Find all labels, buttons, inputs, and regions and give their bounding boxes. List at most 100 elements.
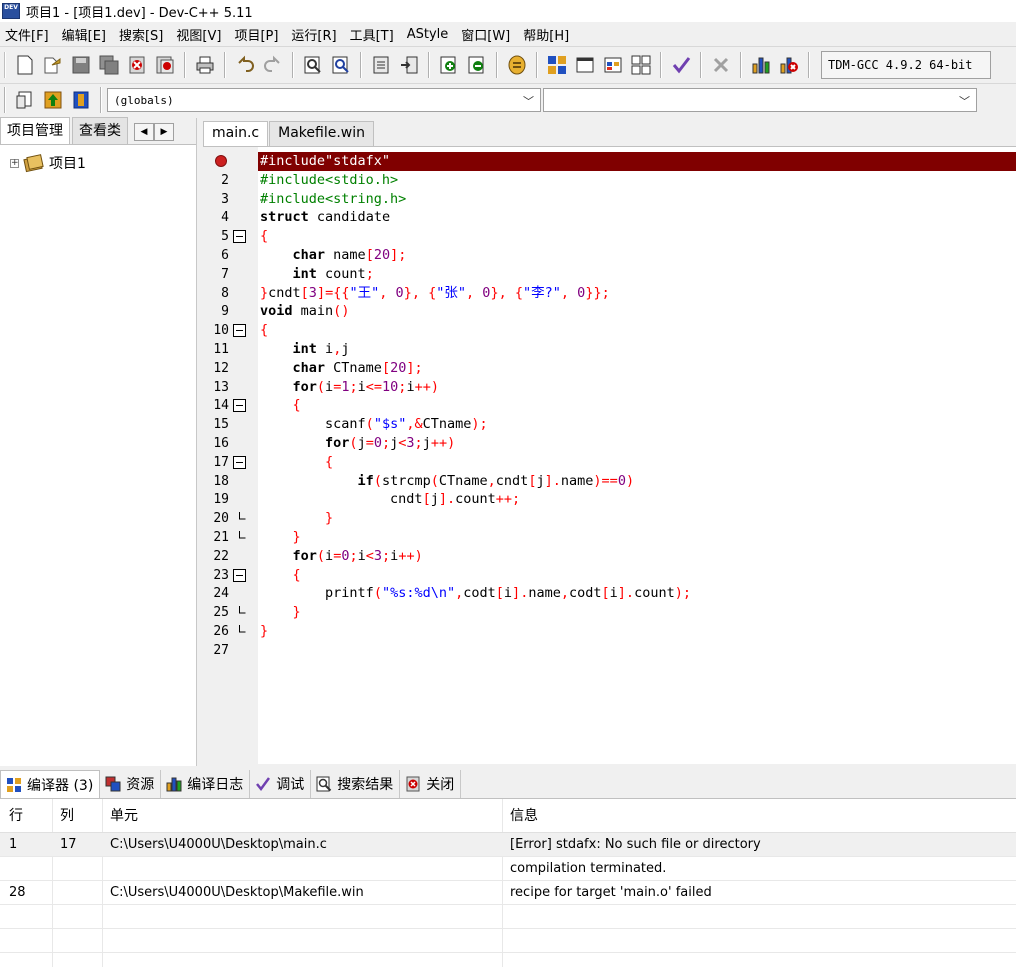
code-line[interactable]: 20 } — [203, 509, 1016, 528]
redo-button[interactable] — [261, 53, 285, 77]
run-button[interactable] — [573, 53, 597, 77]
menu-file[interactable]: 文件[F] — [0, 25, 57, 44]
fold-collapse-icon[interactable] — [233, 324, 247, 338]
tab-debug[interactable]: 调试 — [250, 770, 312, 798]
tree-node-project[interactable]: + 项目1 — [10, 153, 86, 173]
tab-makefile[interactable]: Makefile.win — [269, 121, 375, 146]
code-editor[interactable]: #include"stdafx" 2 #include<stdio.h> 3 #incl… — [203, 146, 1016, 764]
code-line[interactable]: 19 cndt[j].count++; — [203, 490, 1016, 509]
compile-button[interactable] — [545, 53, 569, 77]
header-unit[interactable]: 单元 — [110, 799, 138, 833]
line-number: 7 — [221, 266, 229, 282]
add-to-project-button[interactable] — [437, 53, 461, 77]
code-line[interactable]: 21 } — [203, 528, 1016, 547]
menu-astyle[interactable]: AStyle — [402, 27, 457, 42]
menu-edit[interactable]: 编辑[E] — [57, 25, 114, 44]
rebuild-button[interactable] — [629, 53, 653, 77]
delete-profile-button[interactable] — [777, 53, 801, 77]
save-all-button[interactable] — [97, 53, 121, 77]
code-line[interactable]: 11 int i,j — [203, 340, 1016, 359]
line-number: 9 — [221, 304, 229, 320]
compile-run-button[interactable] — [601, 53, 625, 77]
tab-search-results[interactable]: 搜索结果 — [311, 770, 401, 798]
code-line[interactable]: 3 #include<string.h> — [203, 190, 1016, 209]
print-button[interactable] — [193, 53, 217, 77]
tab-main-c[interactable]: main.c — [203, 121, 269, 146]
tab-resources[interactable]: 资源 — [100, 770, 162, 798]
add-icon — [440, 56, 456, 74]
project-options-button[interactable] — [505, 53, 529, 77]
code-line[interactable]: 22 for(i=0;i<3;i++) — [203, 547, 1016, 566]
stop-button[interactable] — [709, 53, 733, 77]
table-row[interactable]: compilation terminated. — [0, 857, 1016, 881]
fold-collapse-icon[interactable] — [233, 568, 247, 583]
code-line[interactable]: 16 for(j=0;j<3;j++) — [203, 434, 1016, 453]
goto-line-button[interactable] — [397, 53, 421, 77]
insert-button[interactable] — [13, 88, 37, 112]
code-line[interactable]: 24 printf("%s:%d\n",codt[i].name,codt[i]… — [203, 584, 1016, 603]
code-line[interactable]: 7 int count; — [203, 265, 1016, 284]
tab-scroll-left-button[interactable]: ◀ — [134, 123, 154, 141]
code-line[interactable]: 15 scanf("$s",&CTname); — [203, 415, 1016, 434]
close-all-button[interactable] — [153, 53, 177, 77]
expand-icon[interactable]: + — [10, 158, 19, 168]
menu-tools[interactable]: 工具[T] — [345, 25, 402, 44]
indent-button[interactable] — [369, 53, 393, 77]
code-line[interactable]: 9 void main() — [203, 302, 1016, 321]
compiler-select[interactable]: TDM-GCC 4.9.2 64-bit — [821, 51, 991, 79]
profile-button[interactable] — [749, 53, 773, 77]
tab-close[interactable]: 关闭 — [400, 770, 462, 798]
menu-view[interactable]: 视图[V] — [171, 25, 229, 44]
code-line[interactable]: 10 { — [203, 321, 1016, 340]
code-text: cndt[j].count++; — [390, 491, 521, 508]
toggle-bookmark-button[interactable] — [41, 88, 65, 112]
fold-collapse-icon[interactable] — [233, 230, 247, 244]
code-line[interactable]: 18 if(strcmp(CTname,cndt[j].name)==0) — [203, 472, 1016, 491]
code-line[interactable]: 2 #include<stdio.h> — [203, 171, 1016, 190]
code-line[interactable]: 5{ — [203, 227, 1016, 246]
close-file-button[interactable] — [125, 53, 149, 77]
code-line[interactable]: 23 { — [203, 566, 1016, 585]
save-button[interactable] — [69, 53, 93, 77]
open-button[interactable] — [41, 53, 65, 77]
code-line[interactable]: 12 char CTname[20]; — [203, 359, 1016, 378]
new-file-button[interactable] — [13, 53, 37, 77]
table-row[interactable]: 28 C:\Users\U4000U\Desktop\Makefile.win … — [0, 881, 1016, 905]
code-line[interactable]: 17 { — [203, 453, 1016, 472]
code-line[interactable]: 26} — [203, 622, 1016, 641]
menu-window[interactable]: 窗口[W] — [456, 25, 518, 44]
find-button[interactable] — [301, 53, 325, 77]
header-column[interactable]: 列 — [60, 799, 74, 833]
tab-scroll-right-button[interactable]: ▶ — [154, 123, 174, 141]
member-combo[interactable]: ﹀ — [543, 88, 977, 112]
menu-run[interactable]: 运行[R] — [286, 25, 344, 44]
tab-compiler[interactable]: 编译器 (3) — [0, 770, 101, 798]
undo-button[interactable] — [233, 53, 257, 77]
fold-collapse-icon[interactable] — [233, 455, 247, 470]
tab-project-manager[interactable]: 项目管理 — [0, 117, 70, 144]
header-line[interactable]: 行 — [9, 799, 23, 833]
fold-collapse-icon[interactable] — [233, 399, 247, 413]
code-line[interactable]: 8}cndt[3]={{"王", 0}, {"张", 0}, {"李?", 0}… — [203, 284, 1016, 303]
tab-compile-log[interactable]: 编译日志 — [161, 770, 251, 798]
code-line[interactable]: 13 for(i=1;i<=10;i++) — [203, 378, 1016, 397]
code-line[interactable]: 6 char name[20]; — [203, 246, 1016, 265]
goto-bookmark-button[interactable] — [69, 88, 93, 112]
table-row[interactable]: 1 17 C:\Users\U4000U\Desktop\main.c [Err… — [0, 833, 1016, 857]
code-line[interactable]: 14 { — [203, 396, 1016, 415]
scope-combo[interactable]: (globals) ﹀ — [107, 88, 541, 112]
replace-button[interactable] — [329, 53, 353, 77]
code-line[interactable]: 27 — [203, 641, 1016, 660]
syntax-check-button[interactable] — [669, 53, 693, 77]
compile-run-icon — [604, 57, 622, 73]
menu-project[interactable]: 项目[P] — [229, 25, 286, 44]
menu-help[interactable]: 帮助[H] — [518, 25, 577, 44]
code-line-error[interactable]: #include"stdafx" — [203, 152, 1016, 171]
code-line[interactable]: 4 struct candidate — [203, 208, 1016, 227]
header-message[interactable]: 信息 — [510, 799, 538, 833]
code-text: int i,j — [292, 341, 350, 357]
menu-search[interactable]: 搜索[S] — [114, 25, 171, 44]
tab-class-browser[interactable]: 查看类 — [72, 117, 128, 144]
remove-from-project-button[interactable] — [465, 53, 489, 77]
code-line[interactable]: 25 } — [203, 603, 1016, 622]
